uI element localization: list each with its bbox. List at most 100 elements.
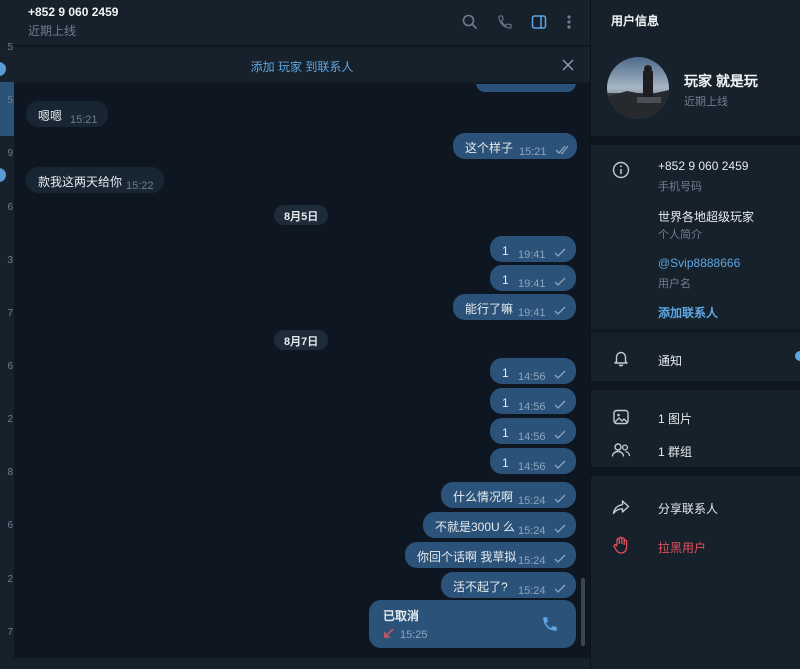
image-icon	[611, 407, 631, 427]
phone-number[interactable]: +852 9 060 2459	[658, 159, 748, 173]
message-bubble-outgoing[interactable]: 这个样子 15:21	[453, 133, 577, 159]
message-time: 19:41	[518, 249, 546, 261]
message-bubble-outgoing[interactable]: 1 19:41	[490, 236, 576, 262]
info-icon	[611, 160, 631, 180]
share-contact-button[interactable]: 分享联系人	[658, 500, 718, 517]
shared-photos-count[interactable]: 1 图片	[658, 410, 692, 427]
username-link[interactable]: @Svip8888666	[658, 256, 740, 270]
check-icon	[554, 494, 566, 503]
chat-list-time: 6	[7, 361, 13, 372]
share-icon	[611, 497, 631, 517]
chat-list-time: 5	[7, 42, 13, 53]
common-groups-count[interactable]: 1 群组	[658, 443, 692, 460]
check-icon	[554, 400, 566, 409]
check-icon	[554, 584, 566, 593]
message-time: 14:56	[518, 371, 546, 383]
chat-list-time: 8	[7, 467, 13, 478]
chat-list-time: 7	[7, 627, 13, 638]
avatar[interactable]	[607, 57, 669, 119]
telegram-window: 5 5 9 6 3 7 6 2 8 6 2 7 +852 9 060 2459 …	[0, 0, 800, 669]
active-chat-highlight[interactable]	[0, 82, 14, 136]
username-label: 用户名	[658, 278, 691, 290]
message-text: 不就是300U 么	[435, 520, 516, 534]
section-separator	[591, 329, 800, 333]
message-time: 14:56	[518, 401, 546, 413]
check-icon	[554, 430, 566, 439]
message-bubble-incoming[interactable]: 款我这两天给你 15:22	[26, 167, 164, 193]
message-text: 活不起了?	[453, 580, 508, 594]
chat-list-time: 2	[7, 574, 13, 585]
unread-badge	[0, 168, 6, 182]
call-message-bubble[interactable]: 已取消 15:25	[369, 600, 576, 648]
message-time: 15:24	[518, 585, 546, 597]
section-separator	[591, 467, 800, 476]
message-list[interactable]: 嗯嗯 15:21 这个样子 15:21 款我这两天给你 15:22 8月5日 1…	[14, 84, 590, 658]
chat-list-time: 6	[7, 202, 13, 213]
sidebar-toggle-icon[interactable]	[528, 11, 550, 33]
message-bubble-outgoing[interactable]: 1 14:56	[490, 448, 576, 474]
bio-label: 个人简介	[658, 229, 702, 241]
chat-list-time: 6	[7, 520, 13, 531]
message-bubble-outgoing[interactable]: 1 14:56	[490, 418, 576, 444]
chat-list-time: 7	[7, 308, 13, 319]
more-icon[interactable]	[558, 11, 580, 33]
section-separator	[591, 136, 800, 145]
phone-icon[interactable]	[494, 11, 516, 33]
chat-list-time: 5	[7, 95, 13, 106]
message-time: 15:24	[518, 525, 546, 537]
message-text: 1	[502, 244, 509, 258]
message-bubble-clipped[interactable]	[476, 84, 576, 92]
double-check-icon	[555, 145, 569, 155]
message-bubble-outgoing[interactable]: 能行了嘛 19:41	[453, 294, 576, 320]
message-time: 19:41	[518, 307, 546, 319]
search-icon[interactable]	[459, 11, 481, 33]
message-text: 1	[502, 273, 509, 287]
bio-text[interactable]: 世界各地超级玩家	[658, 208, 754, 225]
close-icon[interactable]	[558, 55, 578, 75]
message-composer[interactable]	[14, 658, 590, 669]
add-contact-button[interactable]: 添加联系人	[658, 304, 718, 321]
add-contact-link[interactable]: 添加 玩家 到联系人	[14, 58, 590, 75]
check-icon	[554, 248, 566, 257]
user-name: 玩家 就是玩	[684, 73, 758, 89]
message-text: 款我这两天给你	[38, 175, 123, 189]
message-bubble-incoming[interactable]: 嗯嗯 15:21	[26, 101, 108, 127]
date-separator: 8月5日	[274, 205, 329, 225]
message-bubble-outgoing[interactable]: 什么情况啊 15:24	[441, 482, 576, 508]
message-bubble-outgoing[interactable]: 活不起了? 15:24	[441, 572, 576, 598]
notifications-toggle[interactable]	[795, 351, 800, 361]
check-icon	[554, 370, 566, 379]
group-icon	[611, 440, 631, 460]
message-bubble-outgoing[interactable]: 1 14:56	[490, 358, 576, 384]
message-bubble-outgoing[interactable]: 1 14:56	[490, 388, 576, 414]
message-time: 14:56	[518, 431, 546, 443]
check-icon	[554, 524, 566, 533]
chat-status: 近期上线	[28, 24, 77, 38]
message-bubble-outgoing[interactable]: 不就是300U 么 15:24	[423, 512, 576, 538]
chat-header[interactable]: +852 9 060 2459 近期上线	[14, 0, 590, 46]
message-text: 这个样子	[465, 141, 514, 155]
check-icon	[554, 277, 566, 286]
block-user-button[interactable]: 拉黑用户	[658, 539, 706, 556]
message-time: 19:41	[518, 278, 546, 290]
chat-list-strip[interactable]: 5 5 9 6 3 7 6 2 8 6 2 7	[0, 0, 14, 669]
message-text: 1	[502, 366, 509, 380]
message-time: 15:24	[518, 495, 546, 507]
date-separator: 8月7日	[274, 330, 329, 350]
chat-title[interactable]: +852 9 060 2459	[28, 5, 118, 19]
message-time: 15:22	[126, 180, 154, 192]
message-time: 15:25	[400, 629, 428, 641]
user-status: 近期上线	[684, 96, 728, 108]
message-text: 你回个话啊 我草拟	[417, 550, 517, 564]
block-hand-icon	[611, 535, 631, 555]
message-list-scrollbar[interactable]	[581, 578, 585, 646]
message-time: 14:56	[518, 461, 546, 473]
message-text: 1	[502, 426, 509, 440]
message-text: 嗯嗯	[38, 109, 63, 123]
phone-icon[interactable]	[541, 615, 559, 633]
message-bubble-outgoing[interactable]: 1 19:41	[490, 265, 576, 291]
check-icon	[554, 554, 566, 563]
add-contact-bar: 添加 玩家 到联系人	[14, 47, 590, 83]
notifications-label[interactable]: 通知	[658, 352, 682, 369]
message-bubble-outgoing[interactable]: 你回个话啊 我草拟 15:24	[405, 542, 576, 568]
